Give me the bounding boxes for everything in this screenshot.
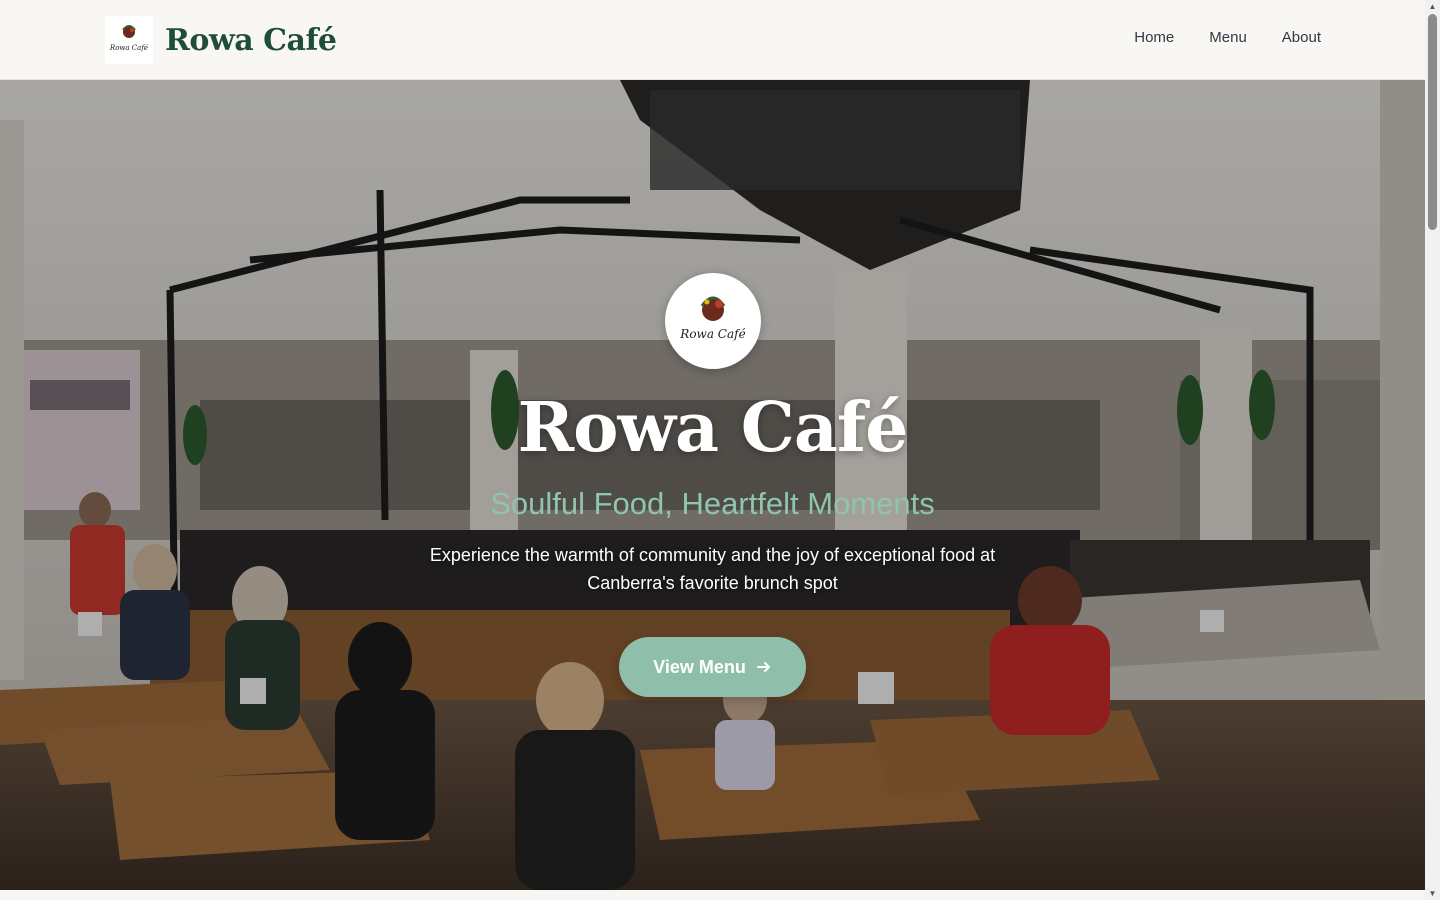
brand-name[interactable]: Rowa Café: [165, 23, 337, 58]
hero-description: Experience the warmth of community and t…: [429, 545, 996, 593]
cafe-logo-icon: Rowa Café: [679, 296, 746, 341]
main-nav: Home Menu About: [1099, 29, 1321, 46]
arrow-right-icon: [756, 662, 770, 672]
hero-title: Rowa Café: [517, 388, 909, 468]
cafe-logo[interactable]: Rowa Café: [105, 16, 153, 64]
hero-logo: Rowa Café: [665, 273, 761, 369]
scroll-up-arrow-icon[interactable]: ▲: [1428, 2, 1437, 11]
hero-content: Rowa Café Rowa Café Soulful Food, Heartf…: [0, 80, 1425, 890]
hero-section: Rowa Café Rowa Café Soulful Food, Heartf…: [0, 80, 1425, 890]
scrollbar-thumb[interactable]: [1428, 14, 1437, 230]
hero-tagline: Soulful Food, Heartfelt Moments: [490, 486, 935, 521]
nav-home[interactable]: Home: [1134, 29, 1174, 46]
svg-text:Rowa Café: Rowa Café: [109, 44, 148, 52]
svg-text:Rowa Café: Rowa Café: [679, 327, 745, 341]
nav-about[interactable]: About: [1282, 29, 1321, 46]
scroll-down-arrow-icon[interactable]: ▼: [1428, 889, 1437, 898]
view-menu-button[interactable]: View Menu: [619, 637, 806, 697]
nav-menu[interactable]: Menu: [1209, 29, 1247, 46]
vertical-scrollbar[interactable]: ▲ ▼: [1425, 0, 1440, 900]
site-header: Rowa Café Rowa Café Home Menu About: [0, 0, 1425, 80]
cafe-logo-icon: Rowa Café: [109, 25, 148, 52]
page-bottom-edge: [0, 890, 1425, 900]
brand[interactable]: Rowa Café Rowa Café: [105, 16, 337, 64]
view-menu-label: View Menu: [653, 656, 746, 677]
